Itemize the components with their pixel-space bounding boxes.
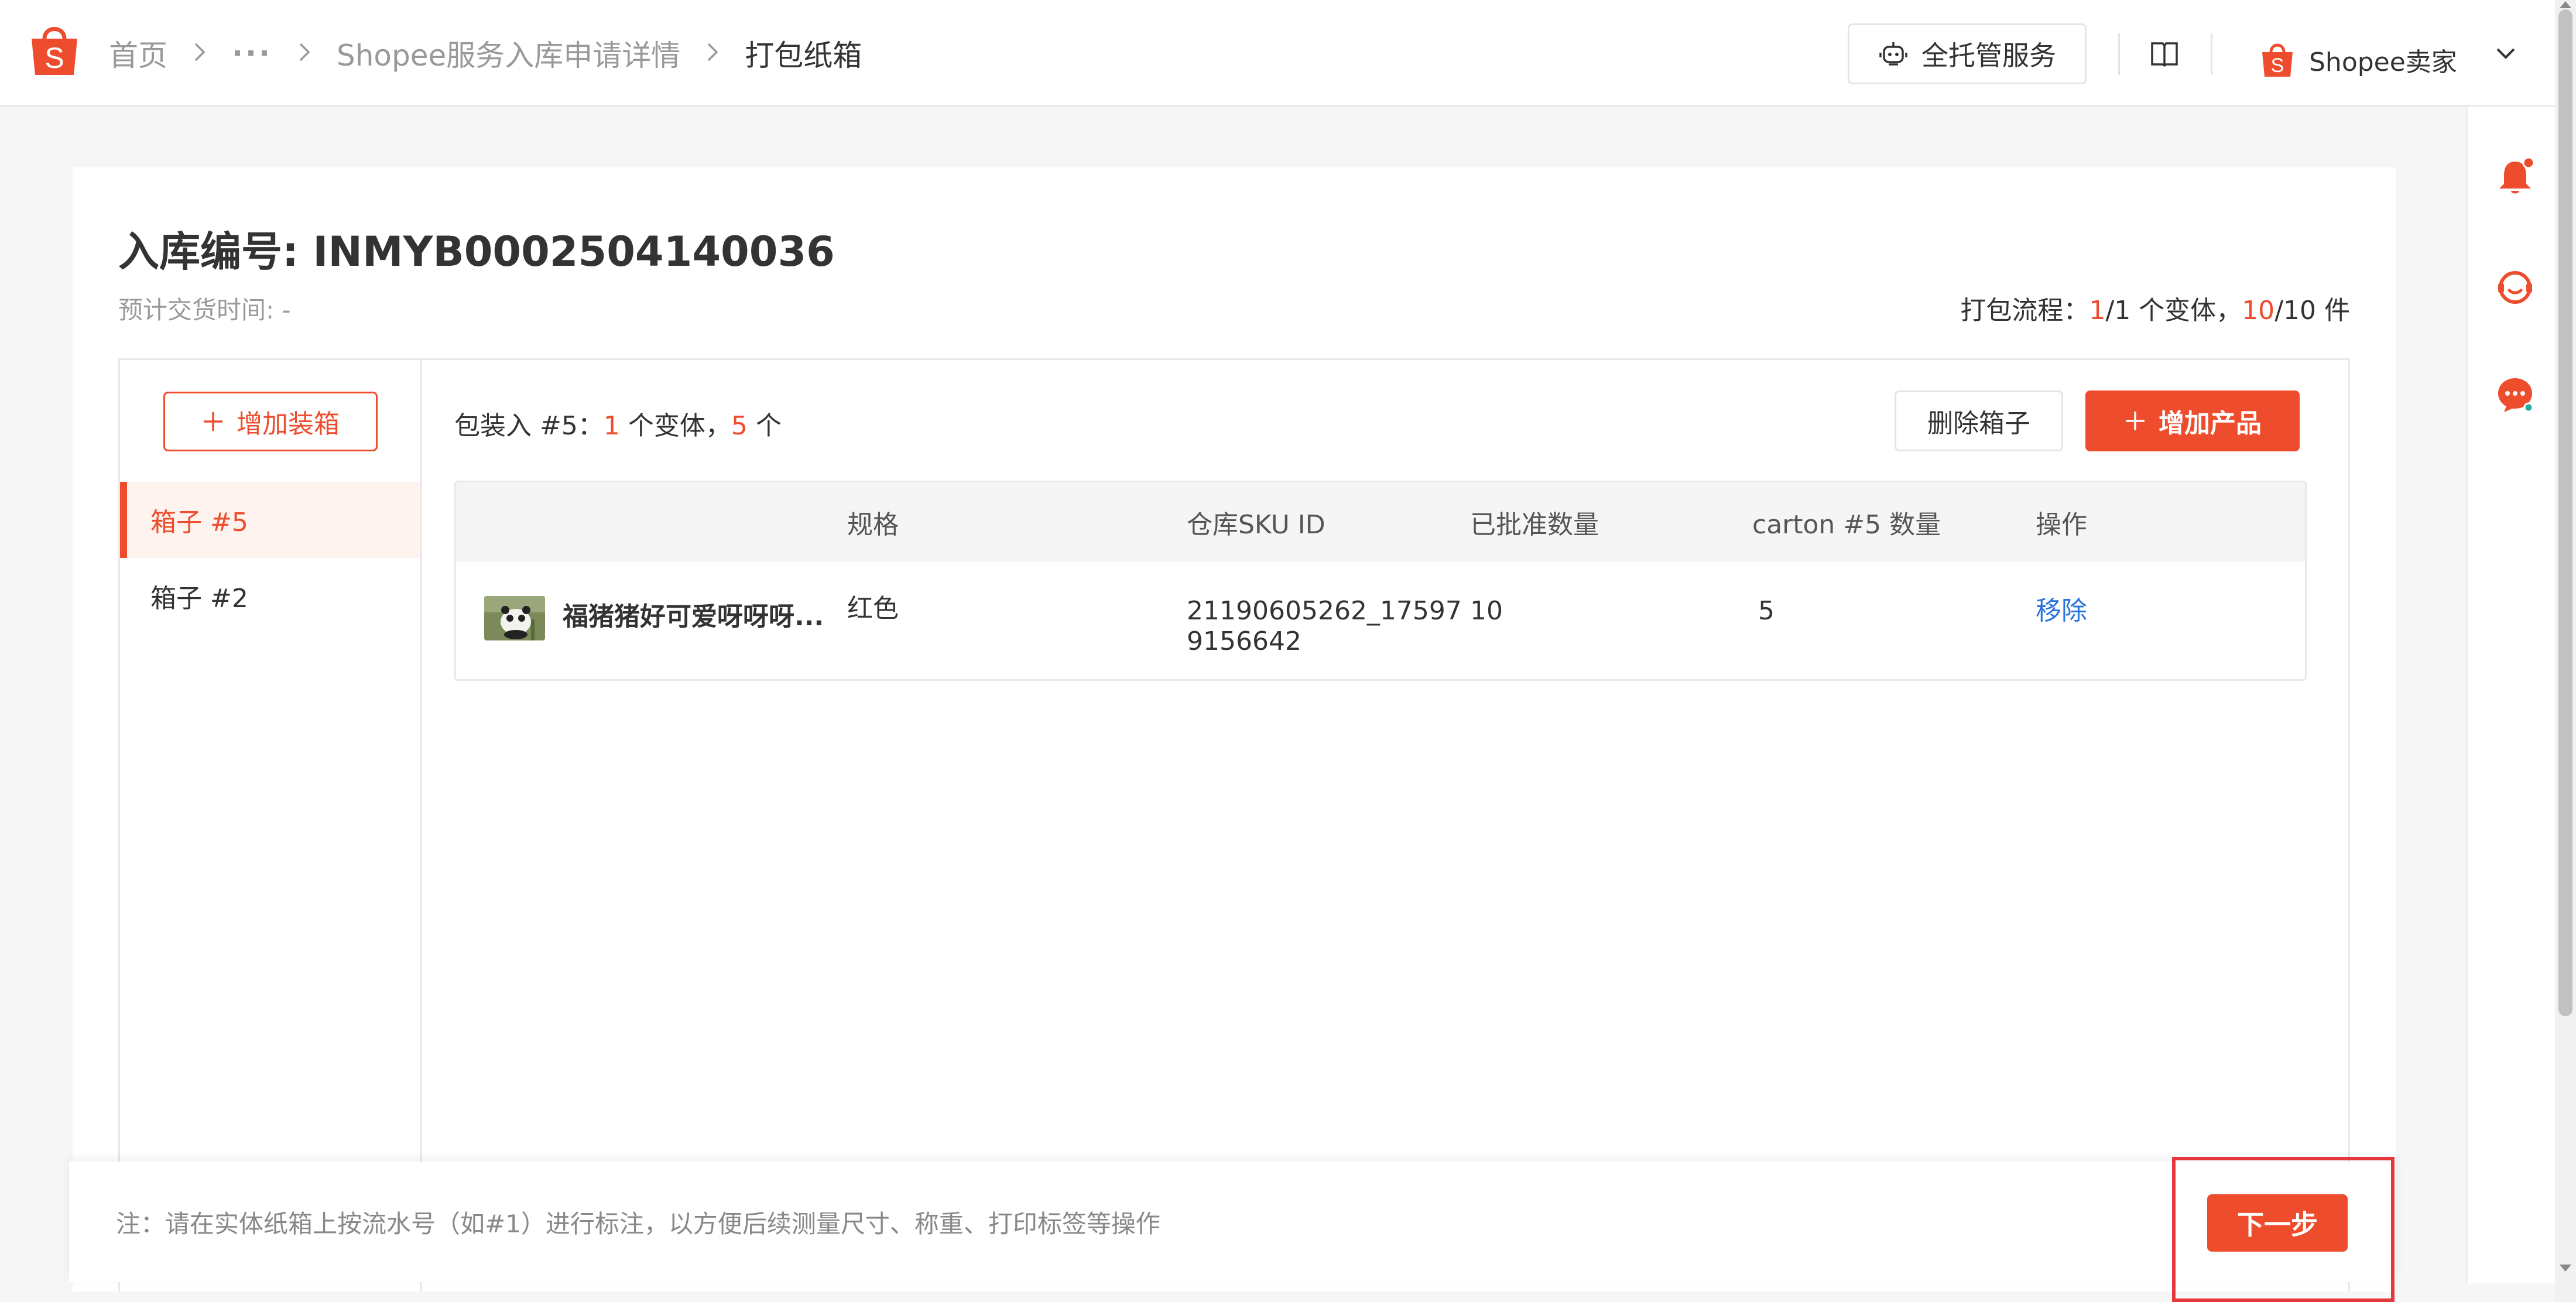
- add-product-button[interactable]: 增加产品: [2085, 390, 2300, 451]
- robot-service-icon: [1879, 42, 1907, 66]
- carton-qty: 5: [1758, 596, 1775, 626]
- svg-text:S: S: [2271, 54, 2284, 77]
- box-content: 包装入 #5：1 个变体，5 个 删除箱子 增加产品 规格 仓库SKU ID 已…: [424, 360, 2348, 1291]
- progress-items-done: 10: [2242, 296, 2275, 326]
- progress-variants-total: /1 个变体，: [2105, 296, 2242, 326]
- breadcrumb-ellipsis[interactable]: ···: [232, 36, 272, 70]
- divider: [2211, 33, 2212, 75]
- full-service-label: 全托管服务: [1921, 40, 2056, 71]
- approved-qty: 10: [1470, 596, 1503, 626]
- pack-summary: 包装入 #5：1 个变体，5 个: [454, 405, 782, 442]
- footer-note: 注：请在实体纸箱上按流水号（如#1）进行标注，以方便后续测量尺寸、称重、打印标签…: [116, 1209, 1160, 1238]
- next-step-button[interactable]: 下一步: [2207, 1194, 2348, 1252]
- right-rail: [2466, 107, 2555, 1283]
- page-title: 入库编号: INMYB0002504140036: [118, 228, 835, 276]
- pack-item-count: 5: [731, 411, 748, 441]
- progress-variants-done: 1: [2089, 296, 2106, 326]
- col-action: 操作: [2036, 510, 2087, 540]
- col-carton-qty: carton #5 数量: [1752, 510, 1941, 540]
- chevron-right-icon: [193, 37, 206, 69]
- box-label: 箱子 #5: [150, 508, 248, 537]
- table-header: 规格 仓库SKU ID 已批准数量 carton #5 数量 操作: [456, 482, 2305, 562]
- bell-icon[interactable]: [2495, 156, 2536, 197]
- packing-panel: 增加装箱 箱子 #5 箱子 #2 包装入 #5：1 个变体，5 个 删除箱子 增…: [118, 358, 2350, 1291]
- packing-progress: 打包流程：1/1 个变体，10/10 件: [1960, 289, 2350, 327]
- add-box-button[interactable]: 增加装箱: [163, 392, 378, 451]
- remove-product-link[interactable]: 移除: [2036, 596, 2087, 626]
- add-box-label: 增加装箱: [237, 409, 340, 439]
- scrollbar-thumb[interactable]: [2558, 9, 2572, 1016]
- seller-account-menu[interactable]: S Shopee卖家: [2260, 30, 2457, 89]
- breadcrumb-parent[interactable]: Shopee服务入库申请详情: [337, 32, 680, 74]
- product-name: 福猪猪好可爱呀呀呀...: [563, 602, 824, 632]
- seller-label: Shopee卖家: [2309, 47, 2457, 77]
- top-bar: S 首页 ··· Shopee服务入库申请详情 打包纸箱 全托管服务 S Sho…: [0, 0, 2555, 107]
- full-service-button[interactable]: 全托管服务: [1848, 23, 2087, 84]
- product-sku-line1: 21190605262_17597: [1187, 596, 1462, 626]
- book-icon[interactable]: [2150, 41, 2179, 67]
- chevron-right-icon: [298, 37, 311, 69]
- divider: [2118, 33, 2120, 75]
- main-card: 入库编号: INMYB0002504140036 预计交货时间: - 打包流程：…: [73, 167, 2396, 1291]
- footer-bar: 注：请在实体纸箱上按流水号（如#1）进行标注，以方便后续测量尺寸、称重、打印标签…: [69, 1161, 2396, 1282]
- breadcrumb-home[interactable]: 首页: [109, 32, 167, 74]
- col-approved-qty: 已批准数量: [1470, 510, 1599, 540]
- shopee-logo-icon[interactable]: S: [28, 21, 81, 78]
- box-sidebar: 增加装箱 箱子 #5 箱子 #2: [120, 360, 422, 1291]
- scroll-up-arrow[interactable]: [2560, 1, 2571, 8]
- pack-mid: 个变体，: [619, 411, 731, 441]
- chat-bubble-icon[interactable]: [2495, 374, 2536, 414]
- eta-label: 预计交货时间: -: [118, 296, 291, 324]
- delete-box-button[interactable]: 删除箱子: [1895, 390, 2063, 451]
- product-table: 规格 仓库SKU ID 已批准数量 carton #5 数量 操作 福猪猪好可爱…: [454, 481, 2307, 681]
- product-spec: 红色: [847, 594, 899, 623]
- product-thumbnail: [484, 596, 545, 640]
- svg-text:S: S: [44, 42, 64, 74]
- sidebar-box-5[interactable]: 箱子 #5: [120, 482, 420, 558]
- progress-items-total: /10 件: [2274, 296, 2350, 326]
- plus-icon: [204, 412, 222, 431]
- col-spec: 规格: [847, 510, 899, 540]
- breadcrumb-current: 打包纸箱: [745, 39, 862, 73]
- pack-suffix: 个: [747, 411, 782, 441]
- box-label: 箱子 #2: [150, 584, 248, 614]
- scroll-down-arrow[interactable]: [2560, 1265, 2571, 1272]
- breadcrumb: 首页 ··· Shopee服务入库申请详情 打包纸箱: [109, 0, 862, 107]
- sidebar-box-2[interactable]: 箱子 #2: [120, 558, 420, 634]
- chevron-right-icon: [706, 37, 719, 69]
- shopee-bag-icon: S: [2262, 43, 2293, 77]
- product-sku-line2: 9156642: [1187, 626, 1301, 656]
- pack-prefix: 包装入 #5：: [454, 411, 604, 441]
- progress-prefix: 打包流程：: [1960, 296, 2089, 326]
- pack-variant-count: 1: [603, 411, 620, 441]
- page-scrollbar[interactable]: [2555, 0, 2576, 1302]
- chevron-down-icon[interactable]: [2494, 42, 2517, 66]
- support-headset-icon[interactable]: [2495, 267, 2536, 308]
- plus-icon: [2126, 412, 2145, 430]
- add-product-label: 增加产品: [2159, 409, 2262, 438]
- col-sku: 仓库SKU ID: [1187, 510, 1325, 540]
